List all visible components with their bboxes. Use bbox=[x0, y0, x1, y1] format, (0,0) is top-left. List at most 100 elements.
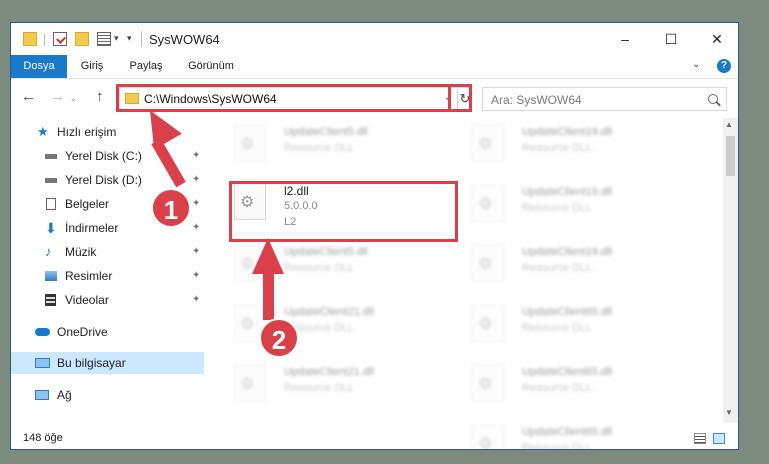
document-icon bbox=[46, 198, 56, 210]
item-count: 148 öğe bbox=[23, 432, 63, 444]
step-badge-2: 2 bbox=[259, 318, 299, 358]
file-name: UpdateClient5.dll bbox=[284, 246, 368, 258]
minimize-button[interactable]: – bbox=[602, 23, 648, 55]
file-name: UpdateClient65.dll bbox=[522, 366, 612, 378]
file-item[interactable]: UpdateClient65.dll Resource DLL bbox=[468, 361, 688, 415]
sidebar-item-pictures[interactable]: Resimler ✦ bbox=[11, 265, 204, 287]
status-bar: 148 öğe bbox=[11, 427, 738, 449]
scroll-up-icon[interactable]: ▲ bbox=[725, 120, 733, 129]
ribbon-tabs: Dosya Giriş Paylaş Görünüm ⌄ ? bbox=[11, 55, 738, 79]
sidebar-item-label: Hızlı erişim bbox=[57, 125, 117, 139]
search-input[interactable]: Ara: SysWOW64 bbox=[482, 87, 727, 111]
file-description: Resource DLL bbox=[522, 142, 593, 154]
sidebar-item-label: Resimler bbox=[65, 269, 113, 283]
quick-access-separator bbox=[44, 34, 45, 46]
file-item[interactable]: UpdateClient19.dll Resource DLL bbox=[468, 121, 688, 175]
forward-button[interactable]: → bbox=[50, 89, 65, 105]
file-description: Resource DLL bbox=[284, 142, 355, 154]
file-item[interactable]: UpdateClient21.dll Resource DLL bbox=[230, 361, 450, 415]
video-icon bbox=[45, 294, 56, 306]
back-button[interactable]: ← bbox=[21, 89, 36, 105]
details-view-icon[interactable] bbox=[694, 433, 706, 444]
pin-icon: ✦ bbox=[192, 174, 201, 185]
search-icon[interactable] bbox=[708, 94, 718, 104]
refresh-highlight-box bbox=[448, 84, 472, 112]
star-icon: ★ bbox=[37, 124, 49, 139]
file-item[interactable]: UpdateClient19.dll Resource DLL bbox=[468, 241, 688, 295]
file-description: Resource DLL bbox=[284, 262, 355, 274]
network-icon bbox=[35, 390, 49, 400]
pin-icon: ✦ bbox=[192, 294, 201, 305]
quick-access-dropdown-icon[interactable]: ▾ bbox=[114, 33, 119, 44]
download-icon: ⬇ bbox=[45, 220, 57, 236]
tab-gorunum[interactable]: Görünüm bbox=[175, 55, 247, 78]
navigation-pane: ★ Hızlı erişim Yerel Disk (C:) ✦ Yerel D… bbox=[11, 118, 206, 423]
sidebar-item-label: Yerel Disk (C:) bbox=[65, 149, 142, 163]
picture-icon bbox=[45, 271, 57, 281]
recent-locations-icon[interactable]: ⌄ bbox=[70, 91, 77, 107]
expand-ribbon-icon[interactable]: ⌄ bbox=[692, 59, 700, 70]
dll-file-icon bbox=[472, 124, 504, 162]
vertical-scrollbar[interactable]: ▲ ▼ bbox=[723, 118, 738, 423]
file-name: UpdateClient21.dll bbox=[284, 306, 374, 318]
sidebar-item-label: Belgeler bbox=[65, 197, 110, 211]
file-description: Resource DLL bbox=[522, 382, 593, 394]
sidebar-item-onedrive[interactable]: OneDrive bbox=[11, 321, 204, 343]
drive-icon bbox=[45, 178, 57, 183]
drive-icon bbox=[45, 154, 57, 159]
pin-icon: ✦ bbox=[192, 150, 201, 161]
title-separator bbox=[141, 31, 142, 47]
sidebar-item-label: OneDrive bbox=[57, 325, 108, 339]
sidebar-item-label: İndirmeler bbox=[65, 221, 119, 235]
sidebar-item-label: Yerel Disk (D:) bbox=[65, 173, 142, 187]
file-item[interactable]: UpdateClient5.dll Resource DLL bbox=[230, 121, 450, 175]
file-item[interactable]: UpdateClient19.dll Resource DLL bbox=[468, 181, 688, 235]
sidebar-item-label: Bu bilgisayar bbox=[57, 356, 126, 370]
dll-file-icon bbox=[234, 364, 266, 402]
sidebar-item-this-pc[interactable]: Bu bilgisayar bbox=[11, 352, 204, 374]
sidebar-item-videos[interactable]: Videolar ✦ bbox=[11, 289, 204, 311]
file-name: UpdateClient5.dll bbox=[284, 126, 368, 138]
file-item[interactable]: UpdateClient65.dll Resource DLL bbox=[468, 301, 688, 355]
properties-icon[interactable] bbox=[53, 32, 67, 46]
file-description: Resource DLL bbox=[522, 202, 593, 214]
file-description: Resource DLL bbox=[522, 322, 593, 334]
dll-file-icon bbox=[472, 364, 504, 402]
dll-file-icon bbox=[234, 124, 266, 162]
file-description: Resource DLL bbox=[284, 382, 355, 394]
folder-icon[interactable] bbox=[23, 32, 37, 46]
up-button[interactable]: ↑ bbox=[96, 89, 104, 105]
large-icons-view-icon[interactable] bbox=[713, 433, 725, 444]
tab-dosya[interactable]: Dosya bbox=[11, 55, 67, 78]
step-badge-1: 1 bbox=[151, 188, 191, 228]
sidebar-item-music[interactable]: ♪ Müzik ✦ bbox=[11, 241, 204, 263]
file-highlight-box bbox=[229, 181, 458, 242]
file-name: UpdateClient65.dll bbox=[522, 306, 612, 318]
file-list: UpdateClient5.dll Resource DLL UpdateCli… bbox=[226, 118, 721, 449]
cloud-icon bbox=[35, 328, 50, 336]
file-description: Resource DLL bbox=[522, 262, 593, 274]
pin-icon: ✦ bbox=[192, 198, 201, 209]
close-button[interactable]: ✕ bbox=[694, 23, 738, 55]
sidebar-item-label: Ağ bbox=[57, 388, 72, 402]
sidebar-item-network[interactable]: Ağ bbox=[11, 384, 204, 406]
scroll-thumb[interactable] bbox=[726, 136, 735, 176]
scroll-down-icon[interactable]: ▼ bbox=[725, 408, 733, 417]
maximize-button[interactable]: ☐ bbox=[648, 23, 694, 55]
view-toggle-icon[interactable] bbox=[97, 32, 111, 46]
address-highlight-box bbox=[116, 84, 472, 112]
file-name: UpdateClient19.dll bbox=[522, 126, 612, 138]
dll-file-icon bbox=[472, 244, 504, 282]
new-folder-icon[interactable] bbox=[75, 32, 89, 46]
tab-paylas[interactable]: Paylaş bbox=[117, 55, 175, 78]
tab-giris[interactable]: Giriş bbox=[67, 55, 117, 78]
file-name: UpdateClient19.dll bbox=[522, 186, 612, 198]
file-name: UpdateClient21.dll bbox=[284, 366, 374, 378]
help-icon[interactable]: ? bbox=[717, 59, 731, 73]
pin-icon: ✦ bbox=[192, 246, 201, 257]
computer-icon bbox=[35, 358, 50, 368]
dll-file-icon bbox=[472, 184, 504, 222]
customize-toolbar-icon[interactable]: ▾ bbox=[127, 33, 132, 44]
window-title: SysWOW64 bbox=[149, 32, 220, 47]
pin-icon: ✦ bbox=[192, 270, 201, 281]
